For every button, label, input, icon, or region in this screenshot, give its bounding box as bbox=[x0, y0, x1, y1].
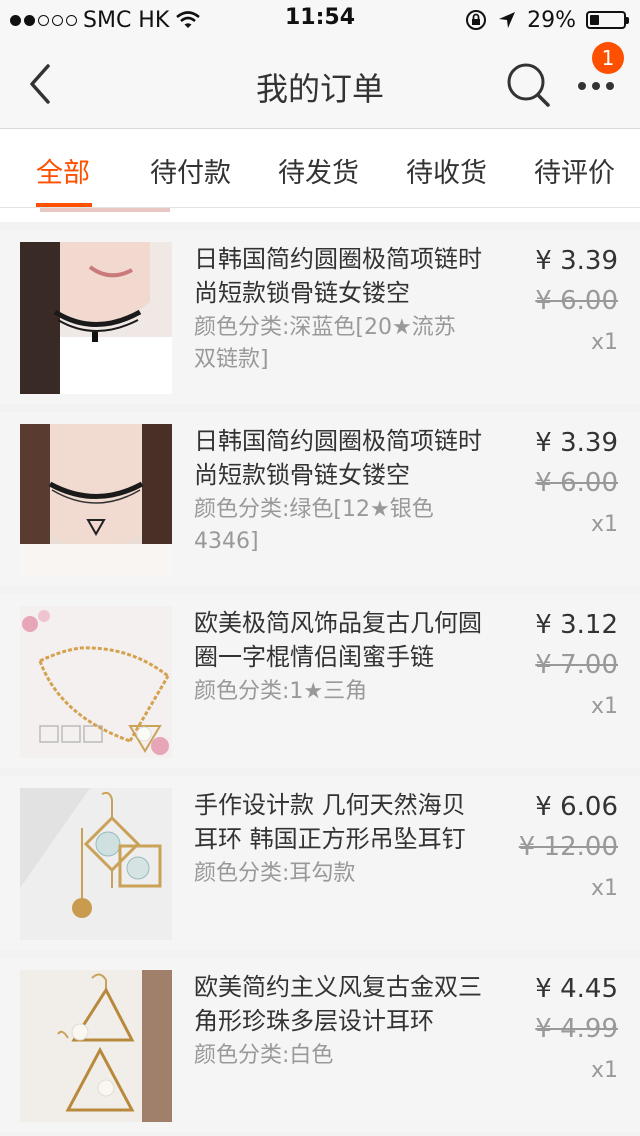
quantity: x1 bbox=[590, 876, 618, 901]
battery-percent: 29% bbox=[527, 7, 576, 33]
original-price: ¥ 6.00 bbox=[535, 468, 618, 498]
navigation-bar: 我的订单 bbox=[0, 40, 640, 129]
product-image bbox=[20, 970, 172, 1122]
original-price: ¥ 7.00 bbox=[535, 650, 618, 680]
battery-icon bbox=[586, 11, 629, 29]
original-price: ¥ 4.99 bbox=[535, 1014, 618, 1044]
product-price: ¥ 3.12 bbox=[535, 610, 618, 640]
product-spec: 颜色分类:1★三角 bbox=[194, 679, 368, 704]
product-spec: 颜色分类:白色 bbox=[194, 1043, 334, 1068]
tab-all[interactable]: 全部 bbox=[36, 151, 90, 190]
search-icon[interactable] bbox=[504, 60, 552, 108]
tab-pending-review[interactable]: 待评价 bbox=[534, 151, 615, 190]
status-right: 29% bbox=[465, 5, 629, 35]
quantity: x1 bbox=[590, 330, 618, 355]
product-price: ¥ 3.39 bbox=[535, 428, 618, 458]
product-title: 手作设计款 几何天然海贝耳环 韩国正方形吊坠耳钉 bbox=[194, 791, 466, 853]
original-price: ¥ 6.00 bbox=[535, 286, 618, 316]
product-spec: 颜色分类:深蓝色[20★流苏双链款] bbox=[194, 315, 456, 372]
order-tabs: 全部 待付款 待发货 待收货 待评价 bbox=[0, 129, 640, 208]
order-item[interactable]: 日韩国简约圆圈极简项链时尚短款锁骨链女镂空 颜色分类:深蓝色[20★流苏双链款]… bbox=[0, 230, 640, 404]
battery-level bbox=[590, 15, 599, 25]
order-item[interactable]: 欧美简约主义风复古金双三角形珍珠多层设计耳环 颜色分类:白色 ¥ 4.45 ¥ … bbox=[0, 958, 640, 1132]
tab-pending-receipt[interactable]: 待收货 bbox=[406, 151, 487, 190]
location-icon bbox=[499, 12, 516, 28]
quantity: x1 bbox=[590, 1058, 618, 1083]
quantity: x1 bbox=[590, 512, 618, 537]
orientation-lock-icon bbox=[466, 10, 487, 30]
product-image bbox=[20, 424, 172, 576]
product-image bbox=[20, 242, 172, 394]
order-item[interactable]: 欧美极简风饰品复古几何圆圈一字棍情侣闺蜜手链 颜色分类:1★三角 ¥ 3.12 … bbox=[0, 594, 640, 768]
product-image bbox=[20, 606, 172, 758]
previous-order-item-partial bbox=[0, 208, 640, 222]
tab-pending-shipment[interactable]: 待发货 bbox=[278, 151, 359, 190]
product-spec: 颜色分类:耳勾款 bbox=[194, 861, 356, 886]
product-title: 日韩国简约圆圈极简项链时尚短款锁骨链女镂空 bbox=[194, 245, 482, 307]
tab-pending-payment[interactable]: 待付款 bbox=[150, 151, 231, 190]
order-item[interactable]: 日韩国简约圆圈极简项链时尚短款锁骨链女镂空 颜色分类:绿色[12★银色4346]… bbox=[0, 412, 640, 586]
original-price: ¥ 12.00 bbox=[518, 832, 618, 862]
product-price: ¥ 6.06 bbox=[535, 792, 618, 822]
quantity: x1 bbox=[590, 694, 618, 719]
product-image bbox=[20, 788, 172, 940]
product-price: ¥ 4.45 bbox=[535, 974, 618, 1004]
product-title: 日韩国简约圆圈极简项链时尚短款锁骨链女镂空 bbox=[194, 427, 482, 489]
product-title: 欧美简约主义风复古金双三角形珍珠多层设计耳环 bbox=[194, 973, 482, 1035]
status-bar: SMC HK 11:54 29% bbox=[0, 0, 640, 40]
order-item[interactable]: 手作设计款 几何天然海贝耳环 韩国正方形吊坠耳钉 颜色分类:耳勾款 ¥ 6.06… bbox=[0, 776, 640, 950]
notification-badge: 1 bbox=[592, 42, 624, 74]
active-tab-indicator bbox=[36, 203, 92, 207]
product-spec: 颜色分类:绿色[12★银色4346] bbox=[194, 497, 434, 554]
product-title: 欧美极简风饰品复古几何圆圈一字棍情侣闺蜜手链 bbox=[194, 609, 482, 671]
product-price: ¥ 3.39 bbox=[535, 246, 618, 276]
